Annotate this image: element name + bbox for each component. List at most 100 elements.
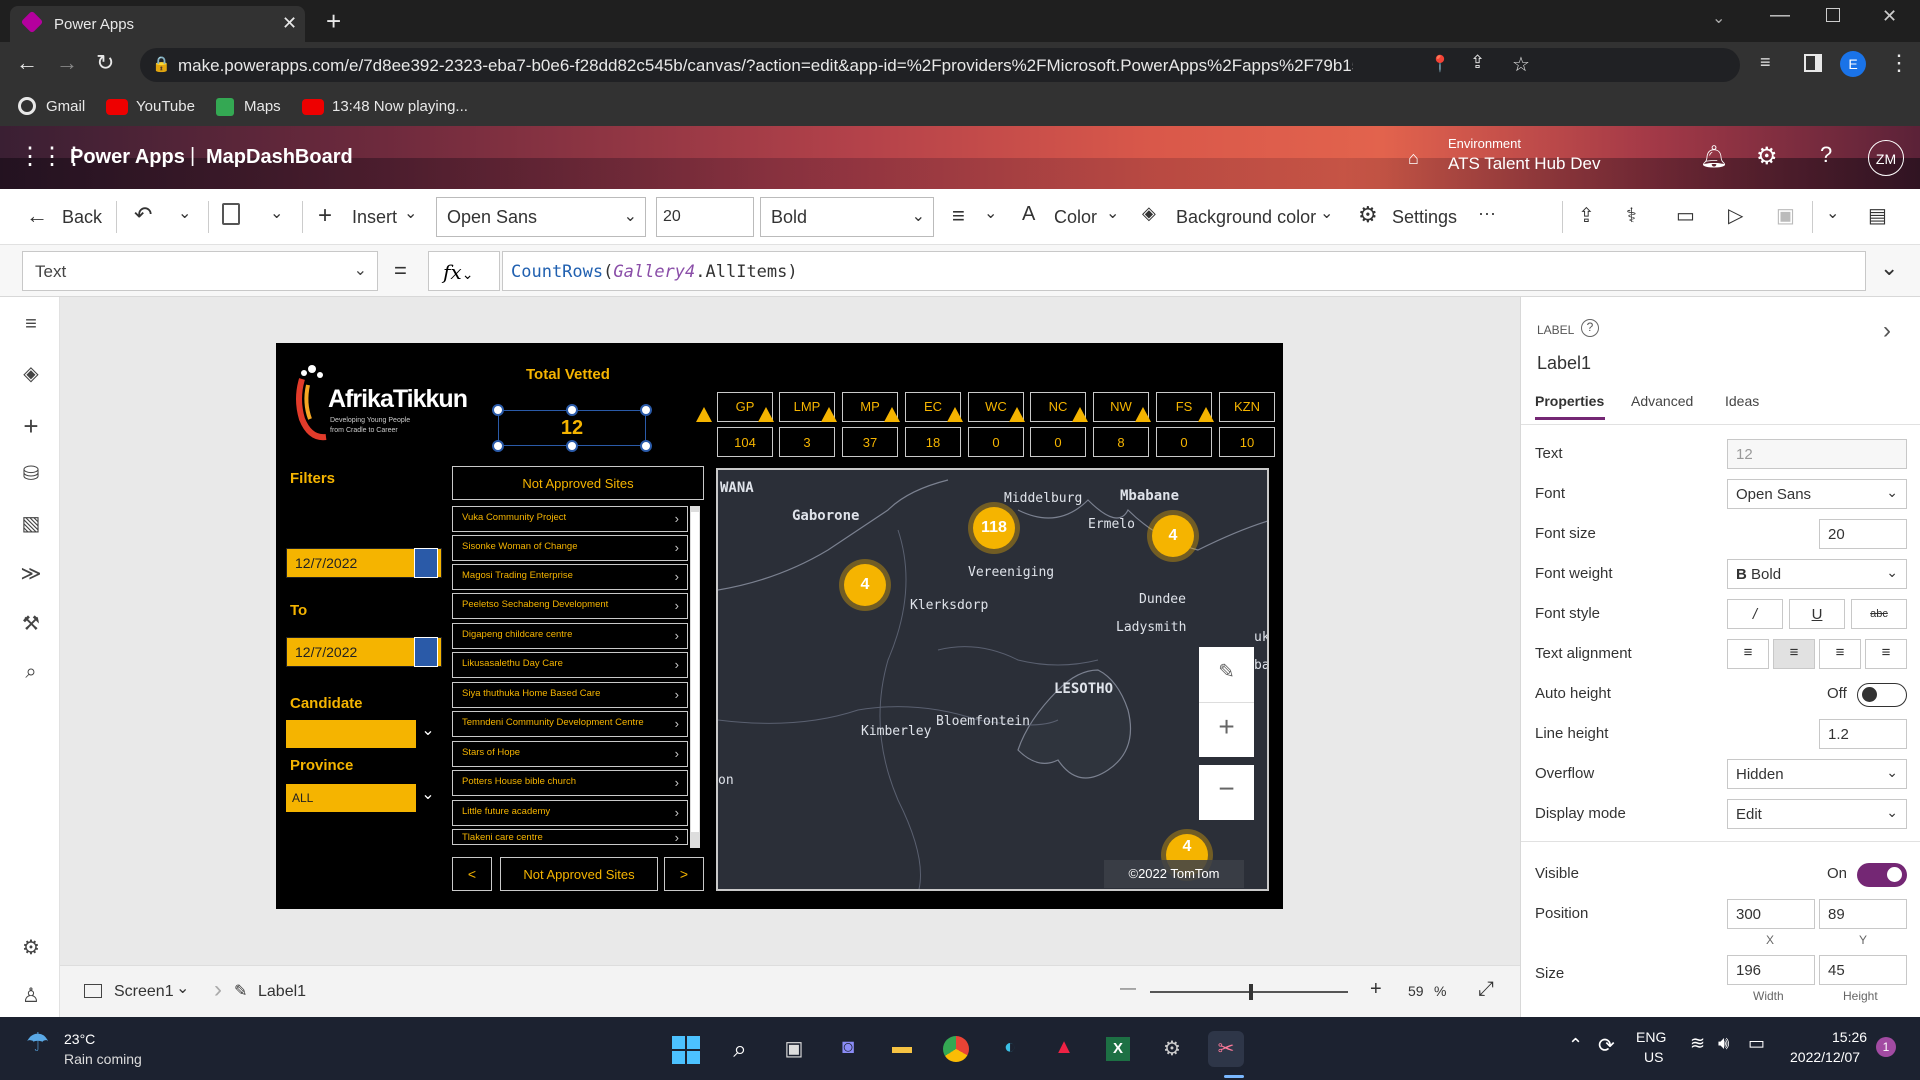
side-panel-icon[interactable] xyxy=(1804,54,1822,72)
expand-formula-icon[interactable]: ⌄ xyxy=(1880,255,1898,281)
language-line2[interactable]: US xyxy=(1644,1049,1663,1065)
font-family-select[interactable]: Open Sans ⌄ xyxy=(436,197,646,237)
align-left-icon[interactable]: ≡ xyxy=(1727,639,1769,669)
paste-icon[interactable] xyxy=(222,203,240,225)
comments-icon[interactable]: ▭ xyxy=(1676,203,1695,228)
list-item[interactable]: Tlakeni care centre › xyxy=(452,829,688,845)
language-line1[interactable]: ENG xyxy=(1636,1029,1666,1045)
chrome-icon[interactable] xyxy=(938,1031,974,1067)
undo-icon[interactable]: ↶ xyxy=(134,202,152,228)
list-item[interactable]: Digapeng childcare centre › xyxy=(452,623,688,649)
background-color-button[interactable]: Background color xyxy=(1176,207,1316,228)
insert-plus-icon[interactable]: + xyxy=(318,202,332,230)
task-view-icon[interactable]: ▣ xyxy=(776,1031,812,1067)
list-scrollbar[interactable] xyxy=(690,506,700,848)
share-app-icon[interactable]: ⇪ xyxy=(1578,203,1595,228)
env-name[interactable]: ATS Talent Hub Dev xyxy=(1448,154,1600,174)
star-icon[interactable]: ☆ xyxy=(1512,52,1530,77)
position-x-input[interactable]: 300 xyxy=(1727,899,1815,929)
power-automate-icon[interactable]: ≫ xyxy=(18,561,44,587)
strikethrough-button[interactable]: abc xyxy=(1851,599,1907,629)
list-item[interactable]: Potters House bible church › xyxy=(452,770,688,796)
italic-button[interactable]: / xyxy=(1727,599,1783,629)
list-item[interactable]: Vuka Community Project › xyxy=(452,506,688,532)
settings-gear-icon[interactable]: ⚙ xyxy=(1154,1031,1190,1067)
battery-icon[interactable]: ▭ xyxy=(1748,1033,1765,1054)
bookmark-youtube[interactable]: YouTube xyxy=(136,98,195,115)
new-tab-icon[interactable]: + xyxy=(326,6,341,37)
control-name[interactable]: Label1 xyxy=(1537,353,1591,374)
search-icon[interactable]: ⌕ xyxy=(722,1031,758,1067)
profile-avatar[interactable]: E xyxy=(1840,51,1866,77)
fit-to-window-icon[interactable]: ⤢ xyxy=(1478,978,1494,1001)
media-icon[interactable]: ≡ xyxy=(1760,52,1771,73)
candidate-dropdown[interactable] xyxy=(286,720,416,748)
selection-handle[interactable] xyxy=(566,404,578,416)
file-explorer-icon[interactable]: ▬ xyxy=(884,1031,920,1067)
selection-handle[interactable] xyxy=(640,404,652,416)
formula-input[interactable]: CountRows(Gallery4.AllItems) xyxy=(502,251,1866,291)
settings-button[interactable]: Settings xyxy=(1392,207,1457,228)
overflow-select[interactable]: Hidden ⌄ xyxy=(1727,759,1907,789)
color-button[interactable]: Color xyxy=(1054,207,1097,228)
insert-icon[interactable]: + xyxy=(18,411,44,441)
selection-handle[interactable] xyxy=(566,440,578,452)
paint-bucket-icon[interactable]: ◈ xyxy=(1142,203,1156,224)
share-icon[interactable]: ⇪ xyxy=(1470,52,1485,73)
chevron-down-icon[interactable]: ⌄ xyxy=(416,784,440,812)
province-dropdown[interactable]: ALL xyxy=(286,784,416,812)
chevron-down-icon[interactable]: ⌄ xyxy=(176,978,189,998)
app-checker-icon[interactable]: ⚕ xyxy=(1626,203,1637,228)
menu-kebab-icon[interactable]: ⋮ xyxy=(1888,50,1910,76)
map-cluster-marker[interactable]: 4 xyxy=(1152,515,1194,557)
selection-handle[interactable] xyxy=(492,440,504,452)
publish-icon[interactable]: ▤ xyxy=(1868,203,1887,228)
chevron-down-icon[interactable]: ⌄ xyxy=(416,720,440,748)
list-item[interactable]: Peeletso Sechabeng Development › xyxy=(452,593,688,619)
color-chevron-icon[interactable]: ⌄ xyxy=(1106,203,1119,223)
bookmark-gmail[interactable]: Gmail xyxy=(46,98,85,115)
preview-play-icon[interactable]: ▷ xyxy=(1728,203,1743,228)
list-item[interactable]: Temndeni Community Development Centre › xyxy=(452,711,688,737)
map-pointer-button[interactable]: ✎ xyxy=(1199,647,1254,702)
bg-color-chevron-icon[interactable]: ⌄ xyxy=(1320,203,1333,223)
height-input[interactable]: 45 xyxy=(1819,955,1907,985)
fx-button[interactable]: fx⌄ xyxy=(428,251,500,291)
settings-icon[interactable]: ⚙ xyxy=(18,935,44,961)
auto-height-toggle[interactable] xyxy=(1857,683,1907,707)
bookmark-maps[interactable]: Maps xyxy=(244,98,281,115)
font-select[interactable]: Open Sans ⌄ xyxy=(1727,479,1907,509)
list-item[interactable]: Sisonke Woman of Change › xyxy=(452,535,688,561)
clock-time[interactable]: 15:26 xyxy=(1832,1029,1867,1045)
teams-chat-icon[interactable]: ◙ xyxy=(830,1031,866,1067)
notification-bell-icon[interactable]: 🔔︎ xyxy=(1700,144,1728,170)
excel-icon[interactable]: X xyxy=(1100,1031,1136,1067)
calendar-icon[interactable] xyxy=(414,637,438,667)
weather-umbrella-icon[interactable]: ☂ xyxy=(26,1027,49,1058)
selection-handle[interactable] xyxy=(640,440,652,452)
font-color-icon[interactable]: A xyxy=(1022,203,1035,226)
next-page-button[interactable]: > xyxy=(664,857,704,891)
zoom-in-icon[interactable]: + xyxy=(1370,978,1382,1001)
forward-arrow-icon[interactable]: → xyxy=(56,50,78,76)
tab-advanced[interactable]: Advanced xyxy=(1631,393,1693,409)
calendar-icon[interactable] xyxy=(414,548,438,578)
tab-search-icon[interactable]: ⌄ xyxy=(1712,8,1725,28)
back-button[interactable]: Back xyxy=(62,207,102,228)
volume-icon[interactable]: 🔊︎ xyxy=(1718,1033,1729,1054)
reload-icon[interactable]: ↻ xyxy=(96,50,114,76)
line-height-input[interactable]: 1.2 xyxy=(1819,719,1907,749)
list-item[interactable]: Likusasalethu Day Care › xyxy=(452,652,688,678)
minimize-icon[interactable]: — xyxy=(1770,4,1790,27)
virtual-agent-icon[interactable]: ♙ xyxy=(18,983,44,1009)
screen-selector[interactable]: Screen1 xyxy=(114,983,174,1001)
more-commands-icon[interactable]: ··· xyxy=(1478,203,1496,224)
zoom-in-button[interactable]: + xyxy=(1199,702,1254,757)
position-y-input[interactable]: 89 xyxy=(1819,899,1907,929)
windows-start-icon[interactable] xyxy=(668,1031,704,1067)
search-icon[interactable]: ⌕ xyxy=(18,661,44,687)
scrollbar-thumb[interactable] xyxy=(691,512,699,832)
list-item[interactable]: Little future academy › xyxy=(452,800,688,826)
onedrive-sync-icon[interactable]: ⟳ xyxy=(1598,1033,1615,1058)
save-chevron-icon[interactable]: ⌄ xyxy=(1826,203,1839,223)
